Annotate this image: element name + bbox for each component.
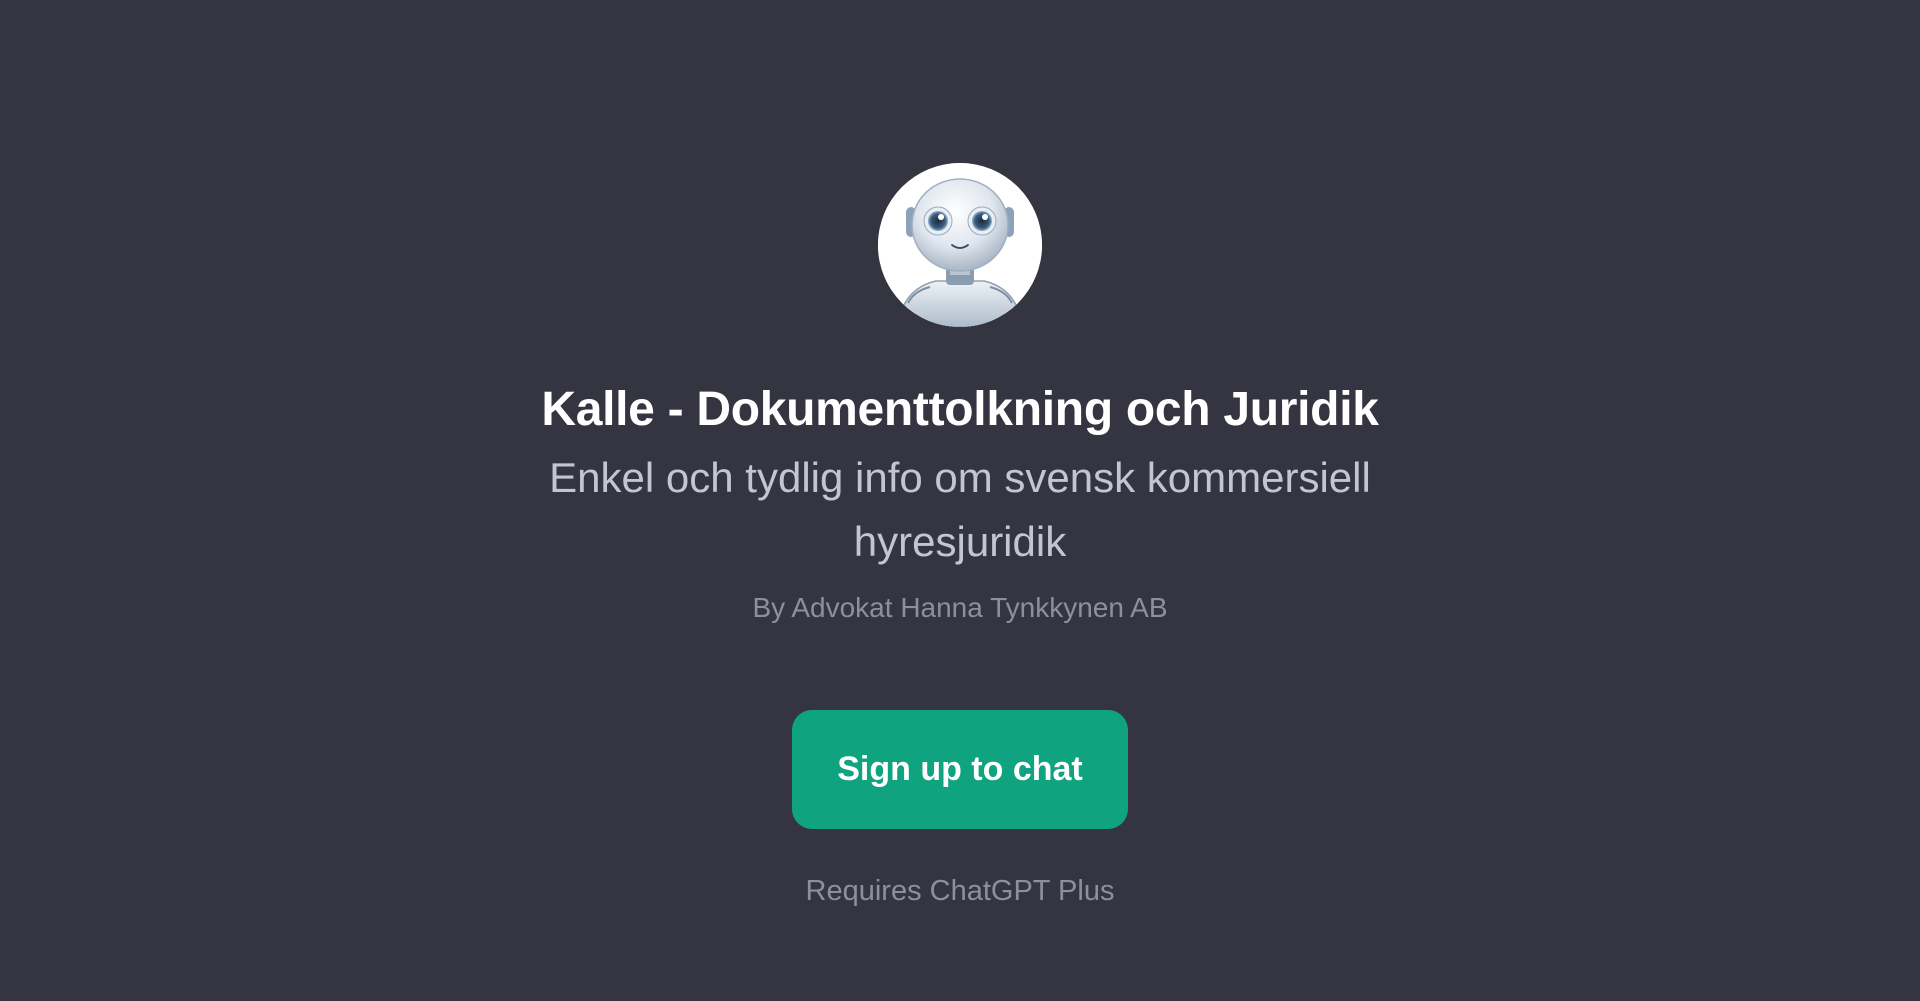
gpt-author: By Advokat Hanna Tynkkynen AB <box>752 592 1168 623</box>
requirement-note: Requires ChatGPT Plus <box>805 875 1115 907</box>
sign-up-button[interactable]: Sign up to chat <box>792 710 1128 829</box>
robot-avatar-icon <box>878 163 1042 327</box>
gpt-landing-page: Kalle - Dokumenttolkning och Juridik Enk… <box>0 0 1920 1001</box>
gpt-title: Kalle - Dokumenttolkning och Juridik <box>541 383 1379 436</box>
gpt-description: Enkel och tydlig info om svensk kommersi… <box>549 454 1371 565</box>
